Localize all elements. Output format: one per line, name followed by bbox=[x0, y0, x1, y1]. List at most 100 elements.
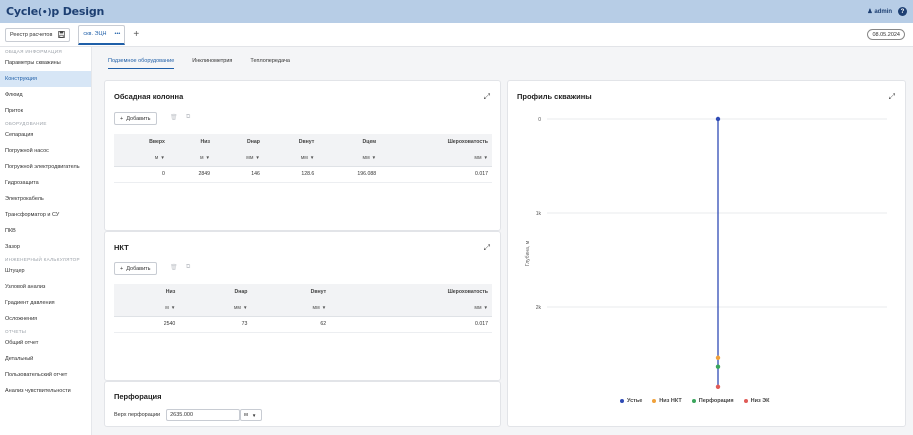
sidebar-item[interactable]: Погружной насос bbox=[0, 143, 91, 159]
sidebar-item[interactable]: Штуцер bbox=[0, 263, 91, 279]
table-cell[interactable]: 73 bbox=[179, 316, 252, 333]
unit-label: мм bbox=[246, 154, 254, 161]
casing-panel: Обсадная колонна ⤢ + Добавить 🗑 ⧉ Вверх Ни… bbox=[104, 80, 501, 231]
tab-inclinometry[interactable]: Инклинометрия bbox=[192, 58, 232, 69]
table-cell[interactable]: 0 bbox=[114, 166, 169, 183]
tab-underground-equipment[interactable]: Подземное оборудование bbox=[108, 58, 175, 69]
sidebar-item[interactable]: Параметры скважины bbox=[0, 55, 91, 71]
unit-label: м bbox=[244, 412, 248, 418]
help-icon[interactable]: ? bbox=[898, 7, 907, 16]
unit-select[interactable]: м ▼ bbox=[114, 300, 180, 317]
sidebar-item[interactable]: Анализ чувствительности bbox=[0, 383, 91, 399]
sidebar-item[interactable]: Общий отчет bbox=[0, 335, 91, 351]
unit-label: мм bbox=[474, 304, 482, 311]
legend-label: Низ ЭК bbox=[750, 398, 770, 404]
table-cell[interactable]: 2540 bbox=[114, 316, 180, 333]
tab-heat-transfer[interactable]: Теплопередача bbox=[250, 58, 290, 69]
tubing-table: Низ Dнар Dвнут Шероховатость м ▼ мм ▼ мм ▼ мм ▼ 2540… bbox=[114, 284, 492, 333]
legend-label: Перфорация bbox=[698, 398, 734, 404]
sidebar-item[interactable]: Погружной электродвигатель bbox=[0, 159, 91, 175]
table-cell[interactable]: 0.017 bbox=[380, 166, 492, 183]
table-cell[interactable]: 62 bbox=[251, 316, 331, 333]
sidebar-item[interactable]: Сепарация bbox=[0, 127, 91, 143]
chevron-down-icon: ▼ bbox=[255, 154, 260, 160]
table-cell[interactable]: 146 bbox=[213, 166, 264, 183]
table-cell[interactable]: 2849 bbox=[168, 166, 214, 183]
registry-button[interactable]: Реестр расчетов bbox=[5, 27, 71, 42]
sidebar-item[interactable]: Электрокабель bbox=[0, 191, 91, 207]
sidebar-item[interactable]: Пользовательский отчет bbox=[0, 367, 91, 383]
sidebar-section-title: ОБОРУДОВАНИЕ bbox=[5, 120, 47, 126]
delete-icon[interactable]: 🗑 bbox=[170, 264, 178, 271]
unit-select[interactable]: мм ▼ bbox=[213, 150, 264, 167]
unit-select[interactable]: мм ▼ bbox=[179, 300, 252, 317]
expand-icon[interactable]: ⤢ bbox=[484, 92, 490, 102]
legend-item[interactable]: Низ НКТ bbox=[652, 398, 682, 404]
copy-icon[interactable]: ⧉ bbox=[186, 114, 190, 121]
sidebar-item[interactable]: Конструкция bbox=[0, 71, 91, 87]
unit-label: мм bbox=[233, 304, 241, 311]
chevron-down-icon: ▼ bbox=[483, 304, 488, 310]
subnav: Подземное оборудование Инклинометрия Теп… bbox=[108, 58, 290, 69]
unit-select[interactable]: мм ▼ bbox=[318, 150, 381, 167]
add-tab-button[interactable]: + bbox=[130, 29, 142, 41]
tab-esp-well[interactable]: скв. ЭЦН ••• bbox=[78, 24, 126, 45]
legend-label: Устье bbox=[627, 398, 643, 404]
user-menu[interactable]: ♟ admin bbox=[867, 8, 892, 15]
sidebar-item[interactable]: Флюид bbox=[0, 87, 91, 103]
tubing-title: НКТ bbox=[114, 243, 129, 252]
casing-add-button[interactable]: + Добавить bbox=[114, 112, 157, 125]
perforation-unit-select[interactable]: м ▼ bbox=[240, 409, 263, 421]
column-header: Dвнут bbox=[263, 134, 319, 150]
table-cell[interactable]: 128.6 bbox=[263, 166, 319, 183]
legend-item[interactable]: Устье bbox=[620, 398, 642, 404]
table-row[interactable]: 0 2849 146 128.6 196.088 0.017 bbox=[114, 166, 492, 183]
plus-icon: + bbox=[120, 265, 124, 272]
copy-icon[interactable]: ⧉ bbox=[186, 264, 190, 271]
registry-label: Реестр расчетов bbox=[10, 31, 53, 38]
legend-dot bbox=[691, 398, 696, 403]
top-bar: Cycle(•)p Design ♟ admin ? bbox=[0, 0, 913, 23]
chevron-down-icon: ▼ bbox=[371, 154, 377, 160]
sidebar-item[interactable]: Осложнения bbox=[0, 311, 91, 327]
perforation-label: Верх перфорации bbox=[114, 412, 161, 418]
marker-Устье bbox=[715, 116, 721, 122]
unit-select[interactable]: мм ▼ bbox=[263, 150, 319, 167]
unit-select[interactable]: м ▼ bbox=[114, 150, 169, 167]
table-cell[interactable]: 196.088 bbox=[318, 166, 381, 183]
sidebar-item[interactable]: Градиент давления bbox=[0, 295, 91, 311]
unit-select[interactable]: мм ▼ bbox=[251, 300, 331, 317]
table-cell[interactable]: 0.017 bbox=[330, 316, 492, 333]
app-logo[interactable]: Cycle(•)p Design bbox=[6, 5, 104, 18]
sidebar-item[interactable]: Узловой анализ bbox=[0, 279, 91, 295]
more-icon[interactable]: ••• bbox=[115, 31, 121, 37]
date-badge[interactable]: 08.05.2024 bbox=[867, 29, 905, 40]
unit-select[interactable]: мм ▼ bbox=[380, 150, 492, 167]
sidebar-item[interactable]: Детальный bbox=[0, 351, 91, 367]
casing-table: Вверх Низ Dнар Dвнут Dцем Шероховатость м ▼ м ▼ мм… bbox=[114, 134, 492, 183]
column-header: Низ bbox=[168, 134, 214, 150]
tubing-panel: НКТ ⤢ + Добавить 🗑 ⧉ Низ Dнар Dвнут Шерохова… bbox=[104, 231, 501, 381]
chevron-down-icon: ▼ bbox=[170, 304, 176, 310]
unit-label: м bbox=[165, 304, 169, 311]
plus-icon: + bbox=[120, 115, 124, 122]
marker-Низ ЭК bbox=[715, 384, 721, 390]
tubing-add-button[interactable]: + Добавить bbox=[114, 262, 157, 275]
column-header: Dнар bbox=[179, 284, 252, 300]
unit-select[interactable]: мм ▼ bbox=[330, 300, 492, 317]
legend-item[interactable]: Перфорация bbox=[691, 398, 734, 404]
sidebar-item[interactable]: Приток bbox=[0, 103, 91, 119]
sidebar-item[interactable]: Трансформатор и СУ bbox=[0, 207, 91, 223]
expand-icon[interactable]: ⤢ bbox=[484, 243, 490, 253]
legend-item[interactable]: Низ ЭК bbox=[743, 398, 770, 404]
sidebar-item[interactable]: Гидрозащита bbox=[0, 175, 91, 191]
sidebar-item[interactable]: Зазор bbox=[0, 239, 91, 255]
column-header: Шероховатость bbox=[330, 284, 492, 300]
delete-icon[interactable]: 🗑 bbox=[170, 114, 178, 121]
unit-select[interactable]: м ▼ bbox=[168, 150, 214, 167]
sidebar-item[interactable]: ПКВ bbox=[0, 223, 91, 239]
perforation-top-input[interactable]: 2635.000 bbox=[166, 409, 241, 421]
legend-dot bbox=[743, 398, 748, 403]
table-row[interactable]: 2540 73 62 0.017 bbox=[114, 316, 492, 333]
well-profile-chart: 0 1k 2k Глубина, м bbox=[525, 116, 887, 390]
